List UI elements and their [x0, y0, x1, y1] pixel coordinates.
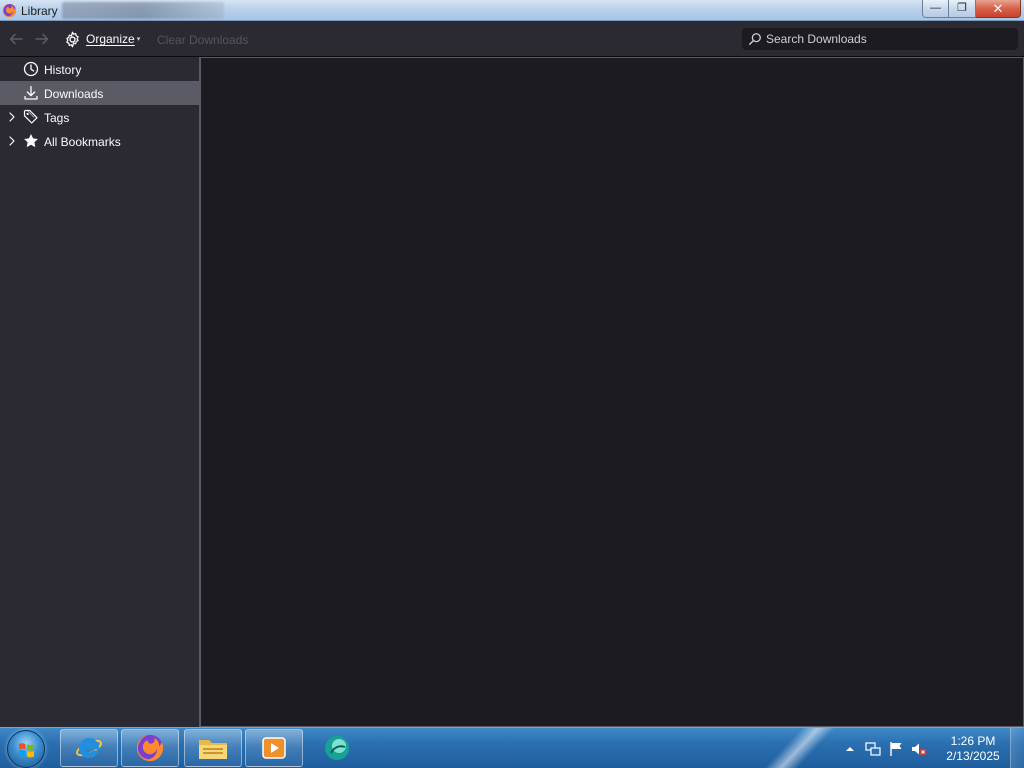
minimize-icon: — [930, 2, 941, 14]
forward-arrow-icon [35, 33, 49, 45]
taskbar-glare [747, 728, 843, 768]
action-center-flag-icon[interactable] [888, 741, 904, 757]
window-titlebar[interactable]: Library — ❐ ✕ [0, 0, 1024, 21]
taskbar-media-player[interactable] [245, 729, 303, 767]
chevron-right-icon[interactable] [6, 111, 18, 123]
back-button[interactable] [6, 29, 26, 49]
forward-button[interactable] [32, 29, 52, 49]
show-hidden-icons-icon[interactable] [842, 741, 858, 757]
download-icon [23, 85, 39, 101]
app-icon [325, 736, 349, 760]
tree-item-label: Downloads [44, 87, 104, 101]
tree-item-history[interactable]: History [0, 57, 199, 81]
internet-explorer-icon [76, 737, 102, 758]
tree-item-label: All Bookmarks [44, 135, 121, 149]
star-icon [23, 133, 39, 149]
clock-time: 1:26 PM [950, 734, 996, 748]
window-title: Library [21, 4, 58, 18]
gear-icon [64, 30, 82, 48]
minimize-button[interactable]: — [922, 0, 949, 18]
tree-item-downloads[interactable]: Downloads [0, 81, 199, 105]
chevron-down-icon: ▾ [136, 36, 141, 43]
show-desktop-button[interactable] [1010, 728, 1024, 768]
system-tray [842, 728, 934, 768]
downloads-list[interactable] [201, 57, 1024, 727]
clock-date: 2/13/2025 [946, 749, 1000, 763]
taskbar-clock[interactable]: 1:26 PM 2/13/2025 [940, 734, 1006, 764]
taskbar-file-explorer[interactable] [184, 729, 242, 767]
back-arrow-icon [9, 33, 23, 45]
taskbar: 1:26 PM 2/13/2025 [0, 727, 1024, 768]
network-icon[interactable] [865, 741, 881, 757]
places-tree: History Downloads Tags All Bookmarks [0, 57, 199, 727]
tree-item-tags[interactable]: Tags [0, 105, 199, 129]
redacted-title-region [62, 2, 224, 19]
search-box[interactable] [742, 28, 1018, 50]
firefox-icon [2, 3, 17, 18]
tree-item-label: History [44, 63, 82, 77]
tag-icon [23, 109, 39, 125]
taskbar-app[interactable] [308, 729, 366, 767]
search-icon [748, 32, 762, 46]
firefox-icon [136, 734, 164, 762]
close-icon: ✕ [992, 1, 1004, 16]
library-toolbar: Organize ▾ Clear Downloads [0, 21, 1024, 57]
close-button[interactable]: ✕ [976, 0, 1021, 18]
taskbar-internet-explorer[interactable] [60, 729, 118, 767]
tree-item-label: Tags [44, 111, 70, 125]
restore-button[interactable]: ❐ [949, 0, 976, 18]
window-controls: — ❐ ✕ [922, 0, 1021, 18]
restore-icon: ❐ [957, 2, 967, 14]
volume-muted-icon[interactable] [911, 741, 927, 757]
clock-icon [23, 61, 39, 77]
organize-label: Organize [86, 32, 135, 46]
file-explorer-icon [199, 740, 227, 759]
clear-downloads-button[interactable]: Clear Downloads [157, 33, 248, 47]
tree-item-all-bookmarks[interactable]: All Bookmarks [0, 129, 199, 153]
search-input[interactable] [766, 30, 1006, 48]
windows-logo-icon [19, 743, 34, 758]
start-button[interactable] [7, 730, 45, 768]
media-player-icon [262, 737, 286, 759]
organize-menu-button[interactable]: Organize ▾ [64, 28, 140, 50]
taskbar-firefox[interactable] [121, 729, 179, 767]
chevron-right-icon[interactable] [6, 135, 18, 147]
